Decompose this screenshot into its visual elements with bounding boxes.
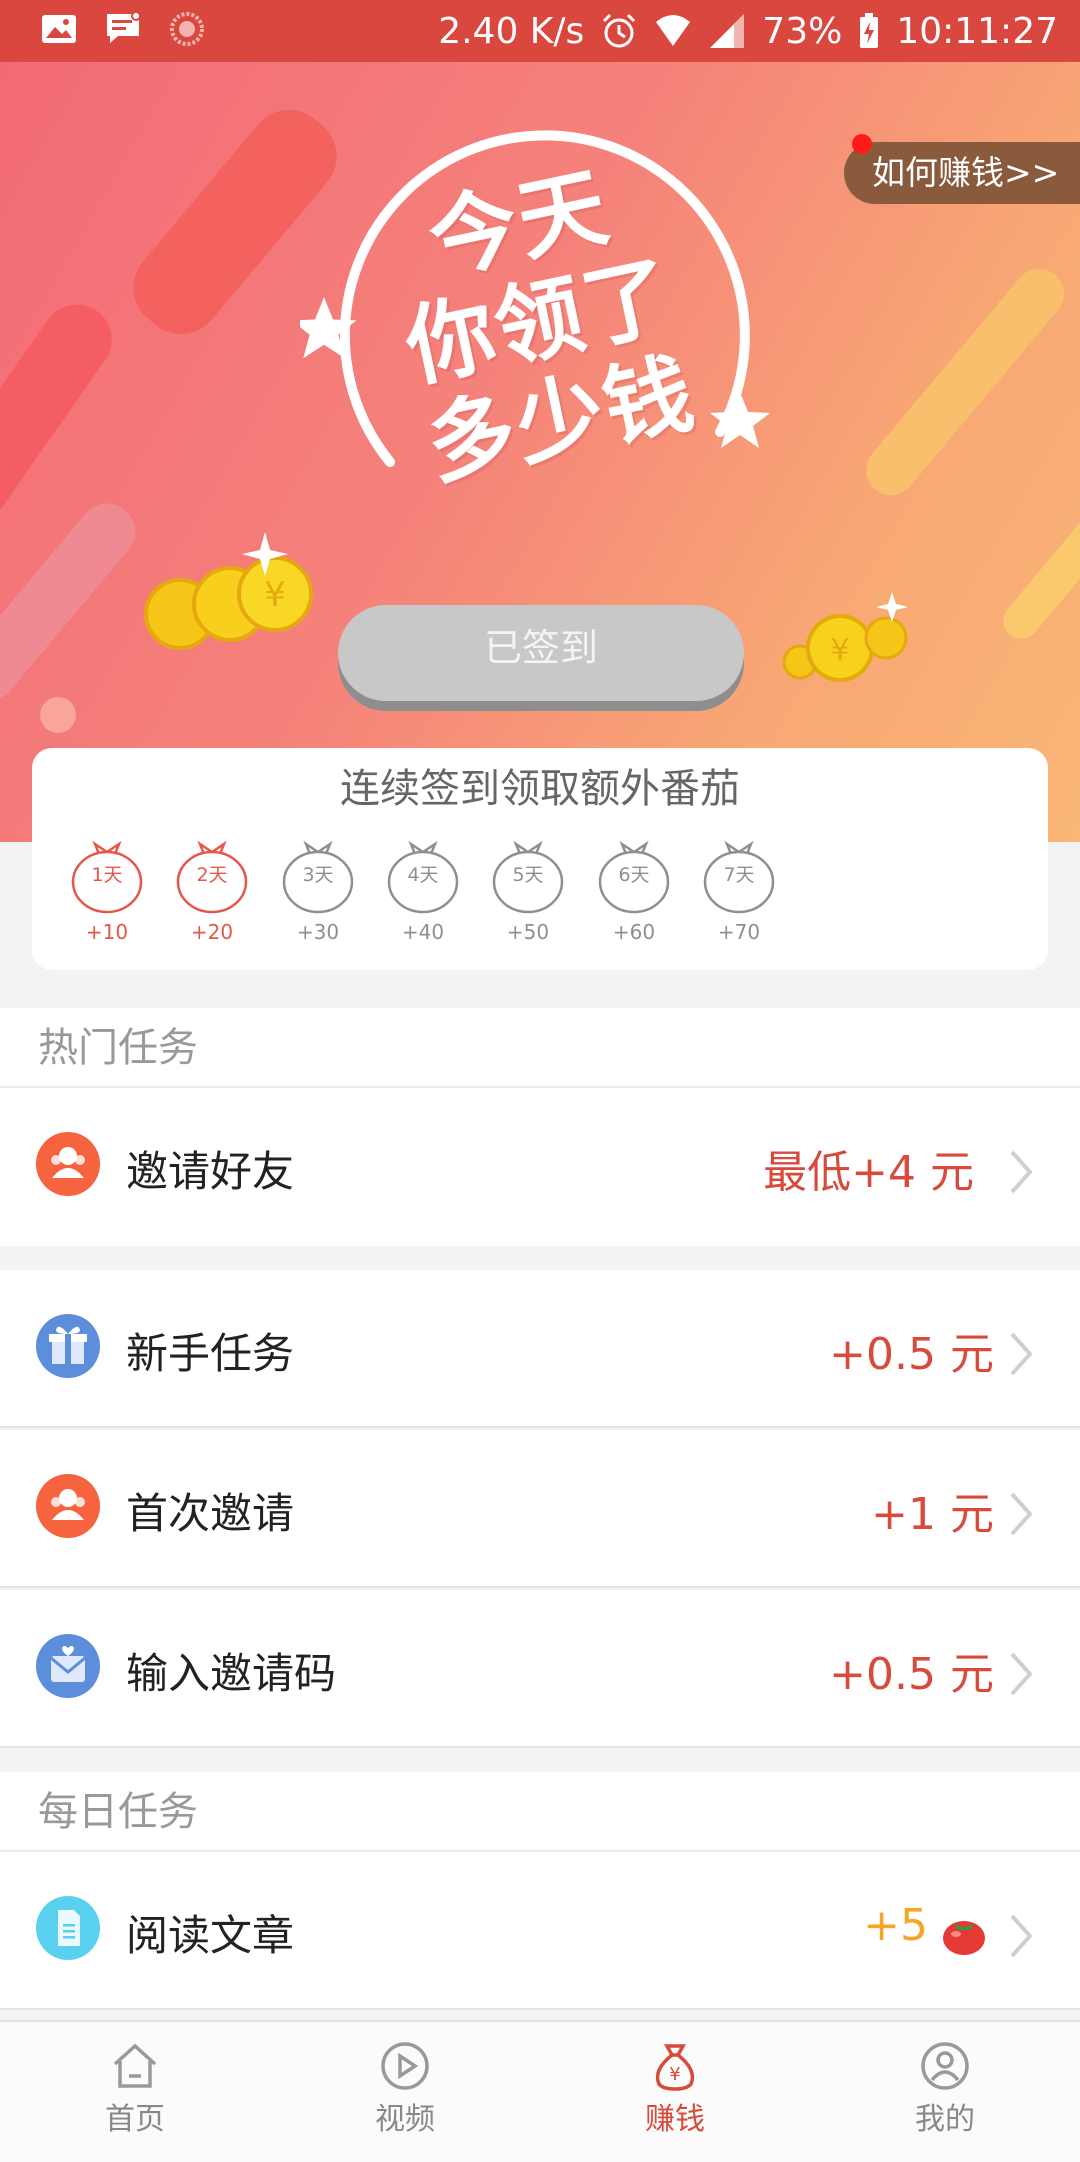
status-bar: 2.40 K/s 73% 10:11:27 <box>0 0 1080 62</box>
day-reward: +10 <box>85 920 129 944</box>
nav-earn[interactable]: ¥ 赚钱 <box>540 2022 810 2162</box>
checked-in-button[interactable]: 已签到 <box>338 605 744 701</box>
nav-profile[interactable]: 我的 <box>810 2022 1080 2162</box>
task-reward: +0.5 元 <box>829 1649 994 1700</box>
friends-icon <box>36 1132 100 1196</box>
svg-text:¥: ¥ <box>830 633 849 668</box>
nav-label: 视频 <box>375 2102 435 2137</box>
decor-streak <box>0 492 147 712</box>
decor-streak <box>996 507 1080 647</box>
chevron-right-icon <box>1010 1652 1033 1696</box>
play-icon <box>381 2042 429 2090</box>
task-reward: +0.5 元 <box>829 1329 994 1380</box>
tomato-outline-icon: 2天 <box>174 830 250 914</box>
day-reward: +20 <box>190 920 234 944</box>
task-row[interactable]: 新手任务 +0.5 元 <box>0 1270 1080 1428</box>
gift-icon <box>36 1314 100 1378</box>
day-reward: +70 <box>717 920 761 944</box>
chevron-right-icon <box>1010 1914 1033 1958</box>
decor-streak <box>855 258 1075 506</box>
day-label: 4天 <box>407 864 439 886</box>
chevron-right-icon <box>1010 1332 1033 1376</box>
daily-tasks-header: 每日任务 <box>0 1772 1080 1852</box>
tomato-outline-icon: 3天 <box>280 830 356 914</box>
chevron-right-icon <box>1010 1492 1033 1536</box>
clock: 10:11:27 <box>896 10 1058 52</box>
task-reward: +1 元 <box>871 1489 994 1540</box>
day-reward: +40 <box>401 920 445 944</box>
sign-in-day: 3天 +30 <box>273 830 363 944</box>
money-bag-icon: ¥ <box>655 2044 695 2091</box>
battery-percent: 73% <box>762 10 843 52</box>
gallery-icon <box>42 15 76 43</box>
net-speed: 2.40 K/s <box>438 10 585 52</box>
earn-banner: 今天 你领了 多少钱 如何赚钱>> ¥ ¥ 已签到 <box>0 62 1080 842</box>
tomato-outline-icon: 6天 <box>596 830 672 914</box>
task-label: 新手任务 <box>126 1329 295 1378</box>
day-label: 3天 <box>302 864 334 886</box>
battery-charging-icon <box>860 13 879 48</box>
coins-left-icon: ¥ <box>144 532 313 650</box>
sign-in-day: 1天 +10 <box>62 830 152 944</box>
app-notification-icon <box>170 12 204 46</box>
task-row[interactable]: 阅读文章 +5 <box>0 1852 1080 2010</box>
nav-label: 首页 <box>105 2102 165 2137</box>
day-label: 6天 <box>618 864 650 886</box>
task-label: 输入邀请码 <box>126 1649 337 1698</box>
envelope-icon <box>36 1634 100 1698</box>
day-label: 2天 <box>196 864 228 886</box>
sign-in-day: 6天 +60 <box>589 830 679 944</box>
nav-video[interactable]: 视频 <box>270 2022 540 2162</box>
tomato-icon <box>943 1921 985 1955</box>
signal-icon <box>710 14 745 48</box>
day-reward: +50 <box>506 920 550 944</box>
nav-label: 我的 <box>915 2102 975 2137</box>
sign-in-card: 连续签到领取额外番茄 1天 +10 2天 +20 3天 +30 4天 +40 5天 +50 6天 +6… <box>32 748 1048 970</box>
home-icon <box>113 2043 157 2088</box>
wifi-icon <box>656 15 691 46</box>
chevron-right-icon <box>1010 1150 1033 1194</box>
tomato-outline-icon: 4天 <box>385 830 461 914</box>
day-reward: +60 <box>612 920 656 944</box>
notification-dot <box>852 134 872 154</box>
svg-text:¥: ¥ <box>264 575 286 615</box>
nav-home[interactable]: 首页 <box>0 2022 270 2162</box>
day-label: 1天 <box>91 864 123 886</box>
sign-in-title: 连续签到领取额外番茄 <box>340 766 740 812</box>
sign-in-day: 2天 +20 <box>167 830 257 944</box>
friends-icon <box>36 1474 100 1538</box>
bottom-nav: 首页 视频 ¥ 赚钱 我的 <box>0 2020 1080 2162</box>
sign-in-day: 5天 +50 <box>483 830 573 944</box>
task-row[interactable]: 输入邀请码 +0.5 元 <box>0 1590 1080 1748</box>
profile-icon <box>921 2042 969 2090</box>
message-icon <box>107 11 141 43</box>
how-to-earn-button[interactable]: 如何赚钱>> <box>844 142 1080 204</box>
document-icon <box>36 1896 100 1960</box>
task-row[interactable]: 首次邀请 +1 元 <box>0 1430 1080 1588</box>
svg-text:¥: ¥ <box>669 2064 680 2085</box>
day-label: 7天 <box>723 864 755 886</box>
tomato-outline-icon: 7天 <box>701 830 777 914</box>
hot-tasks-header: 热门任务 <box>0 1008 1080 1088</box>
task-reward: +5 <box>863 1900 928 1951</box>
tomato-outline-icon: 5天 <box>490 830 566 914</box>
coins-right-icon: ¥ <box>782 592 908 682</box>
task-label: 阅读文章 <box>126 1911 295 1960</box>
invite-friends-row[interactable]: 邀请好友 最低+4 元 <box>0 1088 1080 1246</box>
day-reward: +30 <box>296 920 340 944</box>
nav-label: 赚钱 <box>645 2102 705 2137</box>
task-label: 邀请好友 <box>126 1147 295 1196</box>
task-reward: 最低+4 元 <box>763 1147 974 1198</box>
task-label: 首次邀请 <box>126 1489 295 1538</box>
decor-dot <box>40 697 76 733</box>
sign-in-day: 7天 +70 <box>694 830 784 944</box>
sign-in-day: 4天 +40 <box>378 830 468 944</box>
tomato-outline-icon: 1天 <box>69 830 145 914</box>
day-label: 5天 <box>512 864 544 886</box>
alarm-icon <box>603 13 636 48</box>
